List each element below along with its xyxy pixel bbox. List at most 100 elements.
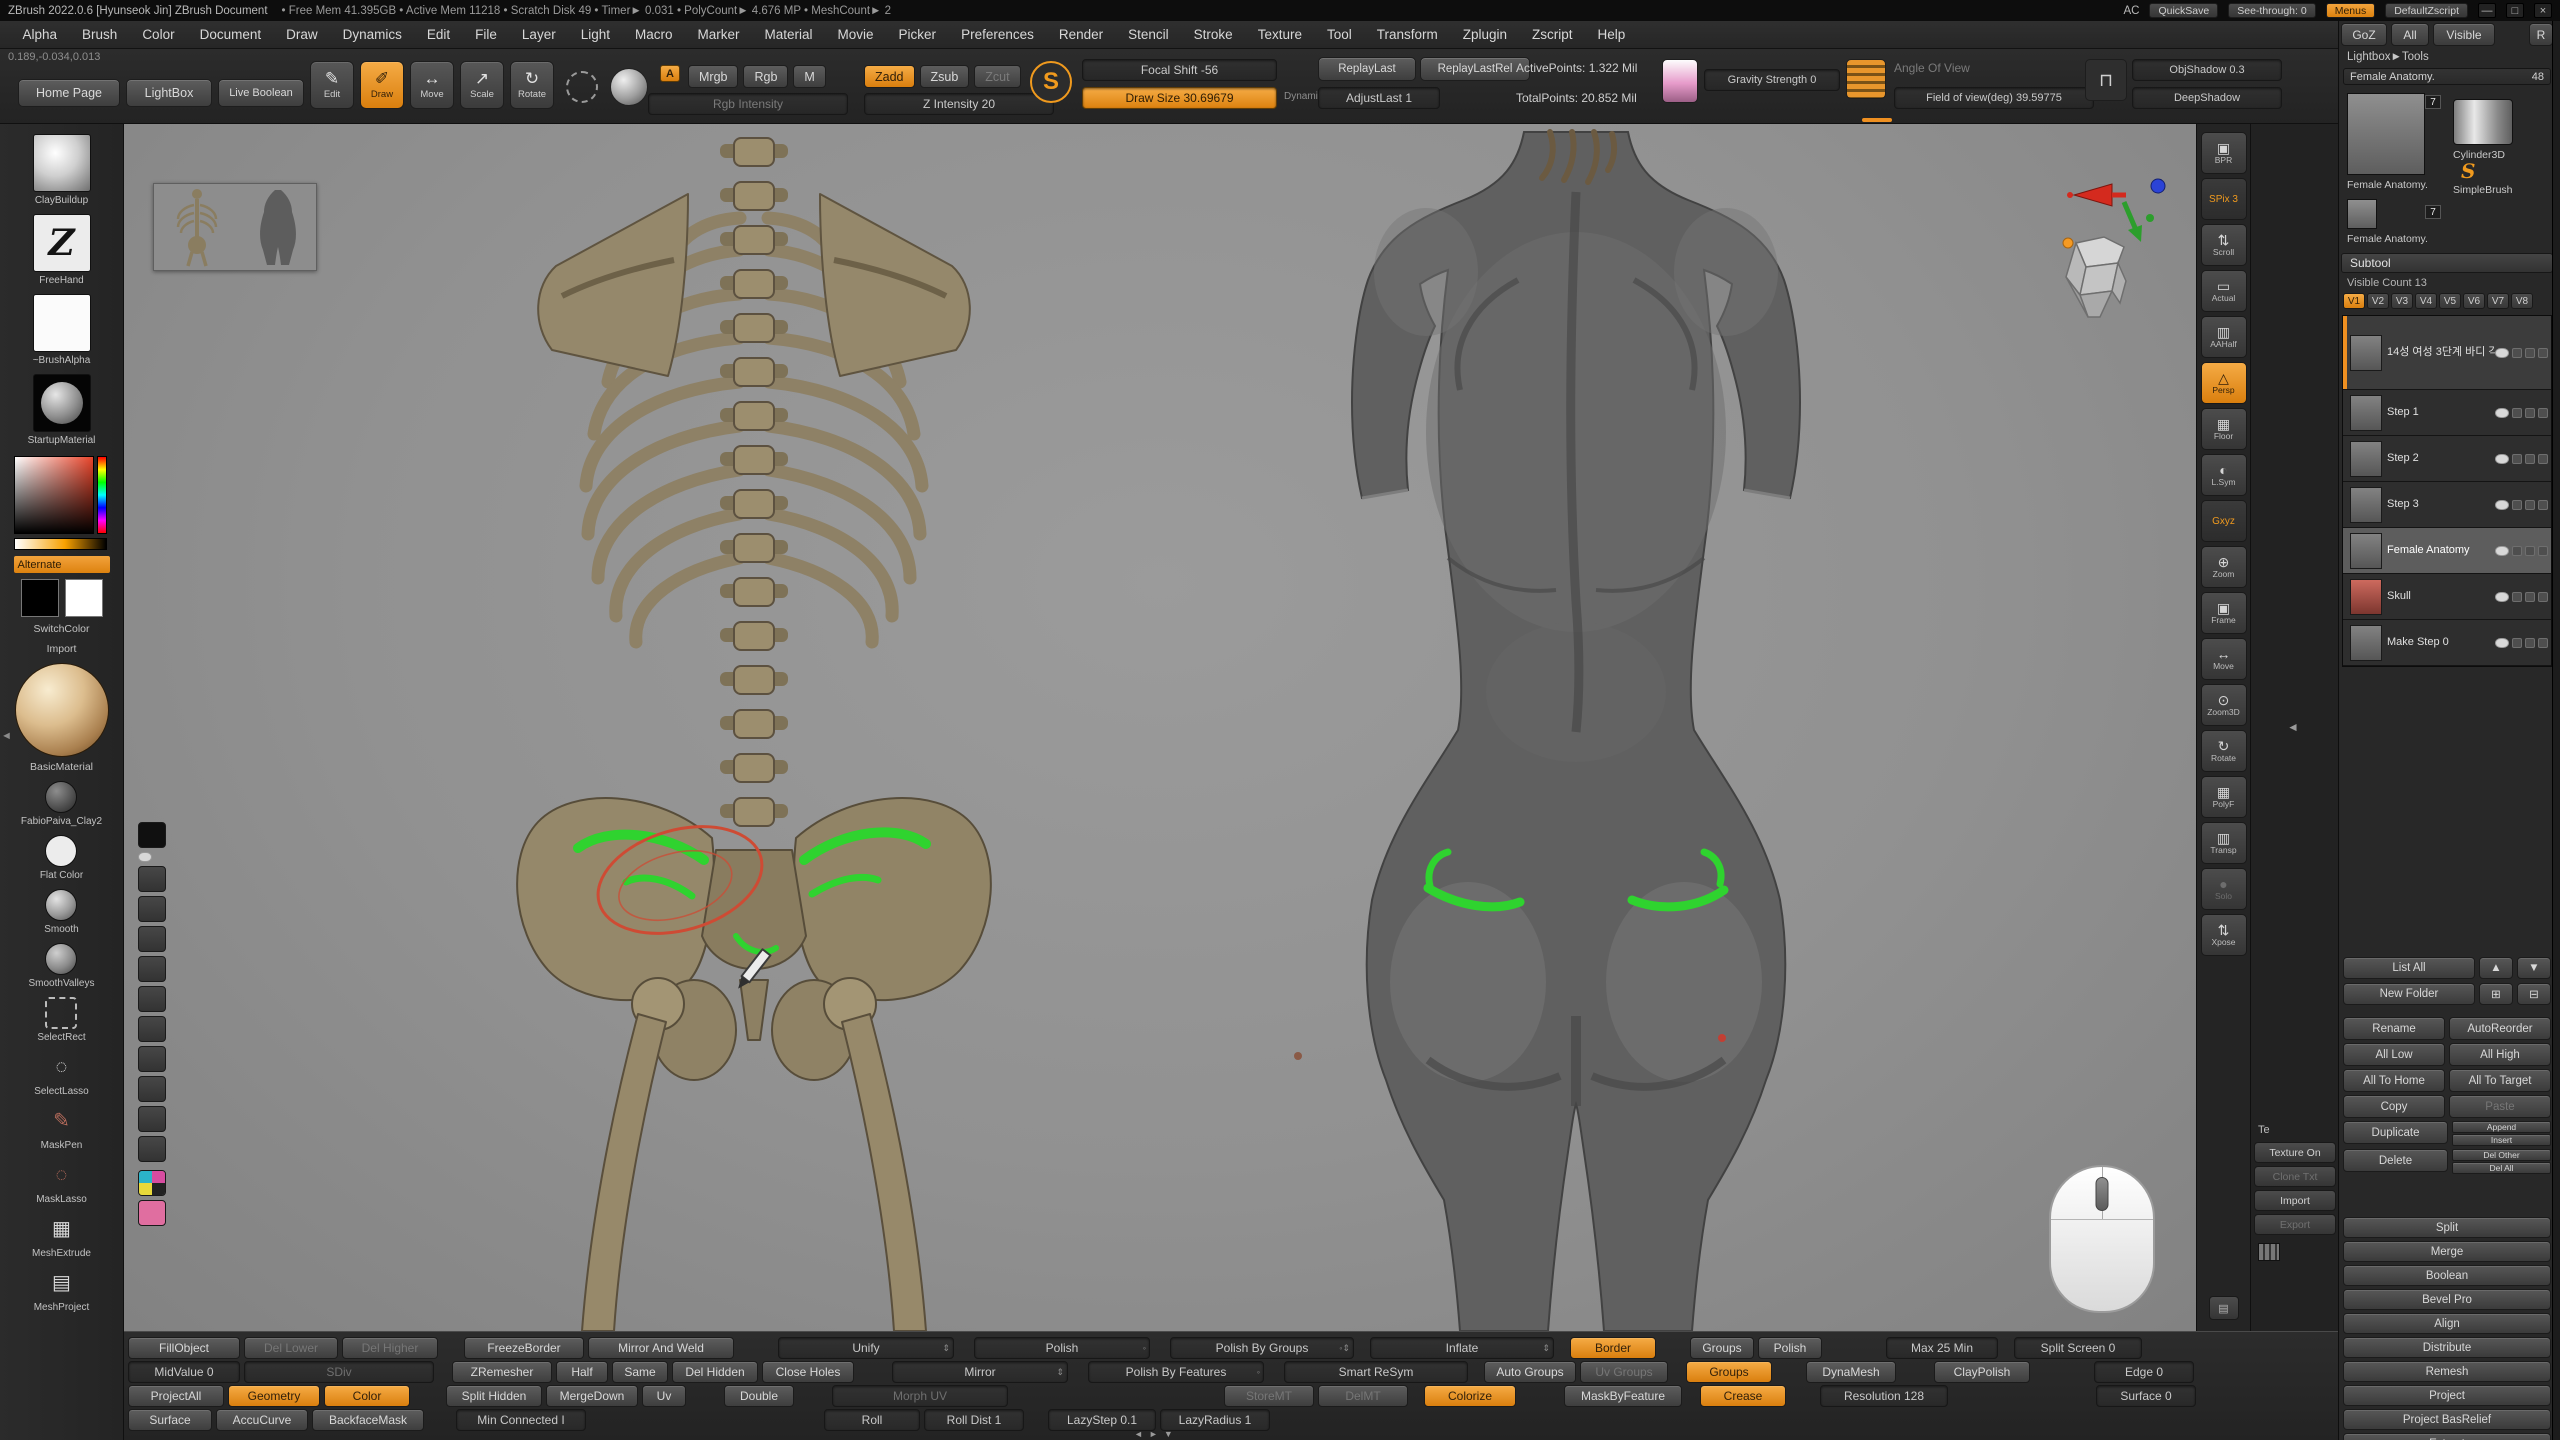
material-fabiopaiva-clay2[interactable]: FabioPaiva_Clay2 xyxy=(21,781,102,827)
edit-mode-button[interactable]: ✎ Edit xyxy=(310,61,354,109)
brush-meshproject[interactable]: ▤ MeshProject xyxy=(32,1267,91,1313)
black-swatch[interactable] xyxy=(21,579,59,617)
dot-icon[interactable] xyxy=(138,986,166,1012)
bottom-button[interactable]: StoreMT xyxy=(1224,1385,1314,1407)
variant-tab[interactable]: V3 xyxy=(2391,293,2413,309)
bottom-button[interactable]: Color xyxy=(324,1385,410,1407)
bottom-button[interactable]: Resolution 128 xyxy=(1820,1385,1948,1407)
move-up-button[interactable]: ▲ xyxy=(2479,957,2513,979)
bottom-button[interactable]: Polish By Features ◦ xyxy=(1088,1361,1264,1383)
bottom-button[interactable]: Inflate ⇕ xyxy=(1370,1337,1554,1359)
bottom-button[interactable]: Polish ◦ xyxy=(974,1337,1150,1359)
simplebrush-thumbnail[interactable]: S xyxy=(2461,159,2475,183)
panel-button[interactable]: All Low xyxy=(2343,1043,2445,1066)
move-mode-button[interactable]: ↔ Move xyxy=(410,61,454,109)
folder-mini-icon[interactable] xyxy=(2538,348,2548,358)
visibility-eye-icon[interactable] xyxy=(138,852,152,862)
zsub-button[interactable]: Zsub xyxy=(920,65,970,88)
draw-mode-button[interactable]: ✐ Draw xyxy=(360,61,404,109)
rotate-mode-button[interactable]: ↻ Rotate xyxy=(510,61,554,109)
subtool-female-anatomy[interactable]: Female Anatomy xyxy=(2343,528,2551,574)
texture-import-button[interactable]: Import xyxy=(2254,1190,2336,1211)
panel-button[interactable]: Delete xyxy=(2343,1149,2448,1172)
pink-swatch-icon[interactable] xyxy=(138,1200,166,1226)
home-page-button[interactable]: Home Page xyxy=(18,79,120,107)
minimize-button[interactable]: — xyxy=(2478,3,2496,18)
scroll-arrow[interactable]: ► xyxy=(1149,1429,1158,1439)
aahalf-button[interactable]: ▥ AAHalf xyxy=(2201,316,2247,358)
subtool-section-header[interactable]: Subtool xyxy=(2341,253,2553,273)
gravity-icon[interactable] xyxy=(1662,59,1698,103)
bpr-render-button[interactable]: ▣ BPR xyxy=(2201,132,2247,174)
obj-shadow-slider[interactable]: ObjShadow 0.3 xyxy=(2132,59,2282,81)
scroll-arrow[interactable]: ▼ xyxy=(1164,1429,1173,1439)
live-boolean-button[interactable]: Live Boolean xyxy=(218,79,304,107)
menu-item[interactable]: File xyxy=(463,21,510,48)
menu-item[interactable]: Tool xyxy=(1314,21,1364,48)
copy-icon[interactable] xyxy=(138,1106,166,1132)
left-tray-collapse-arrow[interactable]: ◄ xyxy=(1,730,12,742)
menu-item[interactable]: Render xyxy=(1046,21,1115,48)
undo-icon[interactable] xyxy=(138,1016,166,1042)
see-through-slider[interactable]: See-through: 0 xyxy=(2228,3,2315,18)
close-button[interactable]: × xyxy=(2534,3,2552,18)
panel-button[interactable]: Paste xyxy=(2449,1095,2551,1118)
texture-startupmaterial[interactable]: StartupMaterial xyxy=(28,374,96,446)
bottom-button[interactable]: BackfaceMask xyxy=(312,1409,424,1431)
frame-button[interactable]: ▣ Frame xyxy=(2201,592,2247,634)
actual-size-button[interactable]: ▭ Actual xyxy=(2201,270,2247,312)
menu-item[interactable]: Zscript xyxy=(1520,21,1586,48)
panel-button[interactable]: Del Other xyxy=(2452,1149,2551,1161)
replay-last-button[interactable]: ReplayLast xyxy=(1318,57,1416,81)
pen-mini-icon[interactable] xyxy=(2525,638,2535,648)
field-of-view-slider[interactable]: Field of view(deg) 39.59775 xyxy=(1894,87,2094,109)
menu-item[interactable]: Macro xyxy=(622,21,685,48)
spix-slider[interactable]: SPix 3 xyxy=(2201,178,2247,220)
list-mini-icon[interactable] xyxy=(2512,638,2522,648)
section-distribute[interactable]: Distribute xyxy=(2343,1337,2551,1358)
all-button[interactable]: All xyxy=(2391,23,2429,46)
collapse-folders-button[interactable]: ⊟ xyxy=(2517,983,2551,1005)
bottom-button[interactable]: Half xyxy=(556,1361,608,1383)
bottom-button[interactable]: Same xyxy=(612,1361,668,1383)
list-mini-icon[interactable] xyxy=(2512,592,2522,602)
brush-maskpen[interactable]: ✎ MaskPen xyxy=(32,1105,91,1151)
zoom3d-button[interactable]: ⊙ Zoom3D xyxy=(2201,684,2247,726)
expand-folders-button[interactable]: ⊞ xyxy=(2479,983,2513,1005)
palette-icon[interactable] xyxy=(138,1170,166,1196)
angle-of-view-label[interactable]: Angle Of View xyxy=(1894,61,1970,75)
stroke-freehand[interactable]: Z FreeHand xyxy=(28,214,96,286)
current-tool-slider[interactable]: Female Anatomy. 48 xyxy=(2343,68,2551,85)
bottom-button[interactable]: Min Connected I xyxy=(456,1409,586,1431)
menu-item[interactable]: Transform xyxy=(1364,21,1450,48)
anchor-badge[interactable]: A xyxy=(660,65,680,82)
bottom-button[interactable]: MidValue 0 xyxy=(128,1361,240,1383)
bottom-button[interactable]: Surface xyxy=(128,1409,212,1431)
menu-item[interactable]: Zplugin xyxy=(1450,21,1519,48)
zcut-button[interactable]: Zcut xyxy=(974,65,1020,88)
menu-item[interactable]: Dynamics xyxy=(330,21,414,48)
deep-shadow-slider[interactable]: DeepShadow xyxy=(2132,87,2282,109)
alternate-color-button[interactable]: Alternate xyxy=(14,556,110,573)
alpha-brushalpha[interactable]: ~BrushAlpha xyxy=(28,294,96,366)
menu-item[interactable]: Stencil xyxy=(1116,21,1182,48)
fillobject-button[interactable]: FillObject xyxy=(128,1337,240,1359)
eye-icon[interactable] xyxy=(2495,454,2509,464)
list-all-button[interactable]: List All xyxy=(2343,957,2475,979)
list-mini-icon[interactable] xyxy=(2512,546,2522,556)
cursor-icon[interactable] xyxy=(138,866,166,892)
menu-item[interactable]: Brush xyxy=(70,21,130,48)
bottom-button[interactable]: Max 25 Min xyxy=(1886,1337,1998,1359)
subtool-step2[interactable]: Step 2 xyxy=(2343,436,2551,482)
eye-icon[interactable] xyxy=(2495,348,2509,358)
scale-mode-button[interactable]: ↗ Scale xyxy=(460,61,504,109)
bottom-button[interactable]: LazyRadius 1 xyxy=(1160,1409,1270,1431)
hue-strip[interactable] xyxy=(97,456,107,534)
solo-button[interactable]: ● Solo xyxy=(2201,868,2247,910)
brush-selectlasso[interactable]: ◌ SelectLasso xyxy=(32,1051,91,1097)
bottom-button[interactable]: Surface 0 xyxy=(2096,1385,2196,1407)
bottom-button[interactable]: Roll xyxy=(824,1409,920,1431)
tool-thumbnail-large[interactable] xyxy=(2347,93,2425,175)
section-bevelpro[interactable]: Bevel Pro xyxy=(2343,1289,2551,1310)
variant-tab[interactable]: V8 xyxy=(2511,293,2533,309)
